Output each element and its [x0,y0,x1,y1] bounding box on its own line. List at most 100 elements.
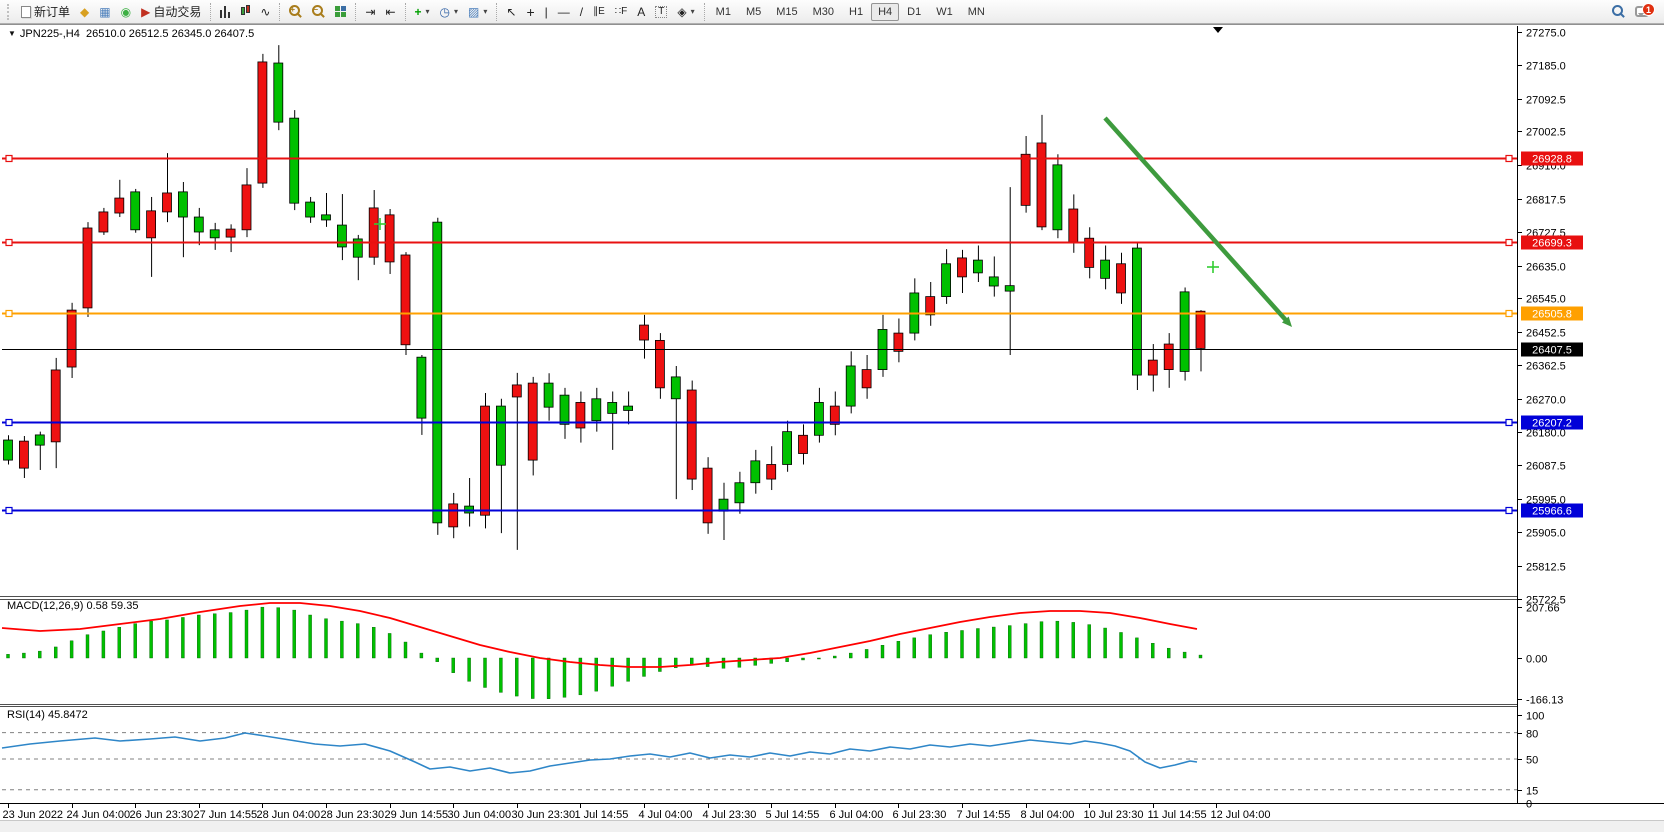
svg-text:6 Jul 23:30: 6 Jul 23:30 [893,809,947,821]
search-icon [1612,5,1625,18]
svg-text:100: 100 [1526,711,1544,723]
toolbar-separator [704,3,705,21]
chart-shift-button[interactable]: ⇤ [380,2,400,22]
candlestick-chart-icon [240,5,250,18]
svg-text:23 Jun 2022: 23 Jun 2022 [3,809,64,821]
periods-button[interactable]: ◷ ▾ [435,2,464,22]
toolbar-grip[interactable] [7,4,13,20]
new-order-label: 新订单 [34,3,70,20]
timeframe-M1[interactable]: M1 [709,3,738,21]
indicators-button[interactable]: + ▾ [410,2,435,22]
chat-bubble-icon: 1 [1635,6,1649,17]
time-axis[interactable]: 23 Jun 202224 Jun 04:0026 Jun 23:3027 Ju… [3,804,1271,821]
svg-text:30 Jun 23:30: 30 Jun 23:30 [512,809,576,821]
data-window-button[interactable]: ▦ [94,2,115,22]
auto-scroll-button[interactable]: ⇥ [360,2,380,22]
svg-text:4 Jul 04:00: 4 Jul 04:00 [639,809,693,821]
cursor-tool-button[interactable]: ↖ [501,2,521,22]
line-chart-button[interactable]: ∿ [255,2,275,22]
new-order-icon [21,6,31,18]
signals-button[interactable]: ◉ [116,2,136,22]
svg-text:207.66: 207.66 [1526,603,1560,615]
symbol-dropdown-icon[interactable]: ▼ [8,29,16,38]
chart-ohlc-values: 26510.0 26512.5 26345.0 26407.5 [86,28,254,40]
shapes-icon: ◈ [677,6,686,18]
fibonacci-icon: ∷F [615,7,627,17]
templates-button[interactable]: ▨ ▾ [463,2,492,22]
chart-canvas[interactable]: 27275.027185.027092.527002.526910.026817… [0,0,1664,832]
svg-text:25905.0: 25905.0 [1526,528,1566,540]
timeframe-M5[interactable]: M5 [739,3,768,21]
algo-trading-button[interactable]: ▶ 自动交易 [136,2,206,22]
svg-text:29 Jun 14:55: 29 Jun 14:55 [385,809,449,821]
algo-trading-icon: ▶ [141,6,150,18]
line-handle [6,156,12,162]
svg-text:50: 50 [1526,755,1538,767]
svg-text:26362.5: 26362.5 [1526,361,1566,373]
svg-text:80: 80 [1526,729,1538,741]
notifications-button[interactable]: 1 [1630,2,1654,22]
search-button[interactable] [1607,2,1630,22]
line-handle [6,420,12,426]
svg-text:0.00: 0.00 [1526,654,1547,666]
svg-text:11 Jul 14:55: 11 Jul 14:55 [1148,809,1207,821]
text-tool-button[interactable]: A [632,2,650,22]
channel-tool-button[interactable]: ∥E [588,2,610,22]
timeframe-H1[interactable]: H1 [842,3,870,21]
bar-chart-icon [220,6,230,18]
timeframe-MN[interactable]: MN [961,3,992,21]
text-icon: A [637,6,645,18]
equidistant-channel-icon: ∥E [593,7,605,17]
chart-symbol-period: JPN225-,H4 [20,28,80,40]
svg-text:27002.5: 27002.5 [1526,127,1566,139]
toolbar-separator [496,3,497,21]
svg-text:27092.5: 27092.5 [1526,95,1566,107]
timeframe-W1[interactable]: W1 [929,3,960,21]
svg-text:26270.0: 26270.0 [1526,395,1566,407]
svg-text:26407.5: 26407.5 [1532,345,1572,357]
svg-text:24 Jun 04:00: 24 Jun 04:00 [67,809,131,821]
toolbar-separator [405,3,406,21]
svg-text:26928.8: 26928.8 [1532,154,1572,166]
svg-text:25966.6: 25966.6 [1532,506,1572,518]
market-watch-button[interactable]: ◆ [75,2,94,22]
crosshair-tool-button[interactable]: + [521,2,539,22]
new-order-button[interactable]: 新订单 [16,2,75,22]
chart-title[interactable]: ▼ JPN225-,H4 26510.0 26512.5 26345.0 2640… [8,28,254,40]
tile-windows-button[interactable] [330,2,351,22]
line-chart-icon: ∿ [260,6,270,18]
svg-text:26817.5: 26817.5 [1526,195,1566,207]
timeframe-D1[interactable]: D1 [900,3,928,21]
candlestick-chart-button[interactable] [235,2,255,22]
bar-chart-button[interactable] [215,2,235,22]
svg-text:26087.5: 26087.5 [1526,461,1566,473]
crosshair-icon: + [526,5,534,19]
shapes-tool-button[interactable]: ◈ ▾ [672,2,699,22]
svg-text:26505.8: 26505.8 [1532,309,1572,321]
chevron-down-icon: ▾ [691,7,695,16]
svg-text:25812.5: 25812.5 [1526,562,1566,574]
svg-text:1 Jul 14:55: 1 Jul 14:55 [575,809,629,821]
timeframe-M30[interactable]: M30 [806,3,841,21]
zoom-in-button[interactable]: + [284,2,307,22]
horizontal-line-icon: — [558,6,570,18]
svg-text:8 Jul 04:00: 8 Jul 04:00 [1021,809,1075,821]
line-handle [1506,240,1512,246]
zoom-out-button[interactable]: − [307,2,330,22]
vertical-line-tool-button[interactable]: | [540,2,553,22]
zoom-in-icon: + [289,5,302,18]
trendline-tool-button[interactable]: / [575,2,588,22]
toolbar-separator [279,3,280,21]
timeframe-M15[interactable]: M15 [769,3,804,21]
fibonacci-tool-button[interactable]: ∷F [610,2,632,22]
timeframe-H4[interactable]: H4 [871,3,899,21]
svg-text:26699.3: 26699.3 [1532,238,1572,250]
svg-text:10 Jul 23:30: 10 Jul 23:30 [1084,809,1144,821]
rsi-indicator-label: RSI(14) 45.8472 [7,709,88,721]
cursor-icon: ↖ [506,6,516,18]
svg-text:6 Jul 04:00: 6 Jul 04:00 [830,809,884,821]
svg-text:26452.5: 26452.5 [1526,328,1566,340]
vertical-line-icon: | [545,6,548,18]
horizontal-line-tool-button[interactable]: — [553,2,575,22]
text-label-tool-button[interactable]: T [650,2,672,22]
